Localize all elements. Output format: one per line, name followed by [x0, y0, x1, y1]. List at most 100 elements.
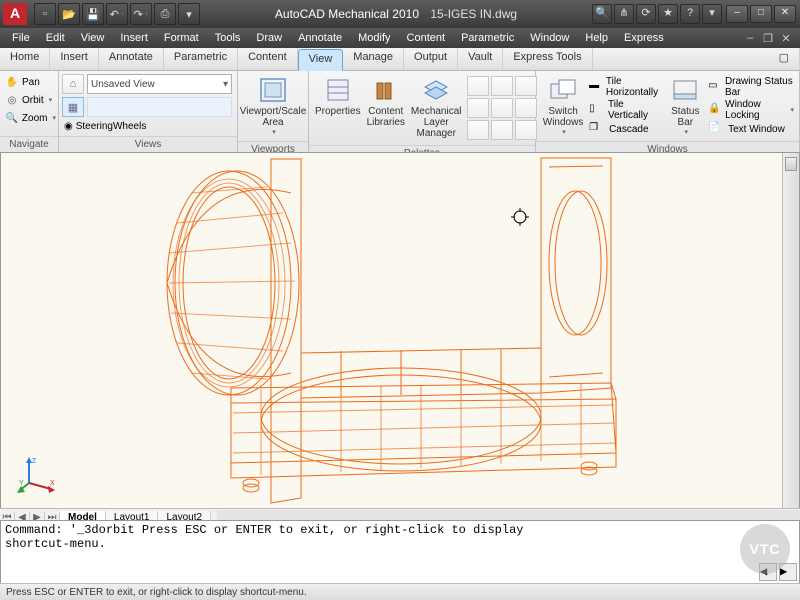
tab-annotate[interactable]: Annotate — [99, 48, 164, 70]
close-button[interactable]: ✕ — [774, 5, 796, 23]
palette-slot-2[interactable] — [491, 76, 513, 96]
help-icon[interactable]: ? — [680, 4, 700, 24]
svg-text:Y: Y — [19, 480, 24, 487]
tab-express-tools[interactable]: Express Tools — [503, 48, 592, 70]
view-manager-icon[interactable]: ▦ — [62, 97, 84, 117]
tab-home[interactable]: Home — [0, 48, 50, 70]
menu-tools[interactable]: Tools — [207, 30, 249, 46]
menu-file[interactable]: File — [4, 30, 38, 46]
app-menu-button[interactable]: A — [3, 3, 27, 25]
text-window-button[interactable]: 📄Text Window — [708, 122, 794, 136]
title-bar: A ▫ 📂 💾 ↶ ↷ ⎙ ▾ AutoCAD Mechanical 2010 … — [0, 0, 800, 28]
views-combo-value: Unsaved View — [91, 79, 155, 90]
view-slot[interactable] — [87, 97, 232, 117]
palette-slot-9[interactable] — [515, 120, 537, 140]
status-bar-icon — [670, 76, 700, 104]
orbit-label: Orbit — [22, 95, 44, 106]
menu-format[interactable]: Format — [156, 30, 207, 46]
window-locking-button[interactable]: 🔒Window Locking — [708, 99, 794, 121]
tab-output[interactable]: Output — [404, 48, 458, 70]
status-bar-label: Status Bar — [668, 106, 704, 128]
menu-content[interactable]: Content — [399, 30, 454, 46]
drawing-status-bar-button[interactable]: ▭Drawing Status Bar — [708, 76, 794, 98]
drawing-viewport[interactable]: Z X Y — [0, 152, 800, 510]
steering-wheels-icon: ◉ — [64, 121, 73, 132]
qat-dropdown-icon[interactable]: ▾ — [178, 3, 200, 25]
viewport-scale-button[interactable]: Viewport/Scale Area — [242, 74, 304, 138]
menu-bar: File Edit View Insert Format Tools Draw … — [0, 28, 800, 48]
zoom-label: Zoom — [22, 113, 48, 124]
svg-text:Z: Z — [32, 458, 37, 465]
menu-modify[interactable]: Modify — [350, 30, 398, 46]
window-options: ▭Drawing Status Bar 🔒Window Locking 📄Tex… — [706, 74, 796, 138]
search-icon[interactable]: 🔍 — [592, 4, 612, 24]
subscription-icon[interactable]: ⋔ — [614, 4, 634, 24]
qat-plot-icon[interactable]: ⎙ — [154, 3, 176, 25]
qat-undo-icon[interactable]: ↶ — [106, 3, 128, 25]
doc-minimize-button[interactable]: – — [742, 32, 758, 45]
views-combo[interactable]: Unsaved View ▾ — [87, 74, 232, 94]
zoom-button[interactable]: 🔍Zoom — [3, 110, 58, 126]
menu-window[interactable]: Window — [522, 30, 577, 46]
app-name-label: AutoCAD Mechanical 2010 — [275, 7, 419, 21]
text-window-label: Text Window — [728, 124, 785, 135]
panel-navigate: ✋Pan ◎Orbit 🔍Zoom Navigate — [0, 71, 59, 153]
tab-insert[interactable]: Insert — [50, 48, 99, 70]
menu-insert[interactable]: Insert — [112, 30, 156, 46]
tab-content[interactable]: Content — [238, 48, 298, 70]
menu-annotate[interactable]: Annotate — [290, 30, 350, 46]
pan-button[interactable]: ✋Pan — [3, 74, 58, 90]
minimize-button[interactable]: – — [726, 5, 748, 23]
content-libraries-button[interactable]: Content Libraries — [364, 74, 408, 142]
tab-view[interactable]: View — [298, 49, 344, 71]
menu-help[interactable]: Help — [577, 30, 616, 46]
viewport-icon — [258, 76, 288, 104]
maximize-button[interactable]: □ — [750, 5, 772, 23]
doc-close-button[interactable]: ✕ — [778, 32, 794, 45]
qat-new-icon[interactable]: ▫ — [34, 3, 56, 25]
palette-slot-7[interactable] — [467, 120, 489, 140]
layer-manager-button[interactable]: Mechanical Layer Manager — [408, 74, 465, 142]
properties-label: Properties — [315, 106, 361, 117]
palette-slot-8[interactable] — [491, 120, 513, 140]
cascade-label: Cascade — [609, 124, 648, 135]
tab-expand-icon[interactable]: ▢ — [769, 48, 800, 70]
qat-open-icon[interactable]: 📂 — [58, 3, 80, 25]
menu-draw[interactable]: Draw — [248, 30, 290, 46]
zoom-icon: 🔍 — [5, 111, 19, 125]
home-view-icon[interactable]: ⌂ — [62, 74, 84, 94]
tile-group: ▬Tile Horizontally ▯Tile Vertically ❐Cas… — [587, 74, 664, 138]
cascade-button[interactable]: ❐Cascade — [589, 122, 662, 136]
tab-parametric[interactable]: Parametric — [164, 48, 238, 70]
palette-slot-3[interactable] — [515, 76, 537, 96]
viewport-label: Viewport/Scale Area — [240, 106, 307, 128]
qat-save-icon[interactable]: 💾 — [82, 3, 104, 25]
help-dropdown-icon[interactable]: ▾ — [702, 4, 722, 24]
tile-horizontally-button[interactable]: ▬Tile Horizontally — [589, 76, 662, 98]
tab-vault[interactable]: Vault — [458, 48, 503, 70]
status-bar-button[interactable]: Status Bar — [665, 74, 707, 138]
command-line[interactable]: Command: '_3dorbit Press ESC or ENTER to… — [0, 520, 800, 584]
menu-view[interactable]: View — [73, 30, 113, 46]
palette-slot-6[interactable] — [515, 98, 537, 118]
menu-express[interactable]: Express — [616, 30, 672, 46]
menu-edit[interactable]: Edit — [38, 30, 73, 46]
palette-slot-1[interactable] — [467, 76, 489, 96]
switch-windows-button[interactable]: Switch Windows — [539, 74, 587, 138]
command-text-2: shortcut-menu. — [5, 537, 795, 551]
tile-vertically-button[interactable]: ▯Tile Vertically — [589, 99, 662, 121]
palette-slot-4[interactable] — [467, 98, 489, 118]
ribbon-tabs: Home Insert Annotate Parametric Content … — [0, 48, 800, 71]
tab-manage[interactable]: Manage — [343, 48, 404, 70]
properties-button[interactable]: Properties — [312, 74, 364, 142]
favorites-icon[interactable]: ★ — [658, 4, 678, 24]
qat-redo-icon[interactable]: ↷ — [130, 3, 152, 25]
steering-wheels-button[interactable]: ◉ SteeringWheels — [62, 120, 232, 133]
comm-icon[interactable]: ⟳ — [636, 4, 656, 24]
vertical-scrollbar[interactable] — [782, 153, 799, 509]
orbit-button[interactable]: ◎Orbit — [3, 92, 58, 108]
doc-restore-button[interactable]: ❐ — [760, 32, 776, 45]
menu-parametric[interactable]: Parametric — [453, 30, 522, 46]
palette-slot-5[interactable] — [491, 98, 513, 118]
scrollbar-thumb[interactable] — [785, 157, 797, 171]
